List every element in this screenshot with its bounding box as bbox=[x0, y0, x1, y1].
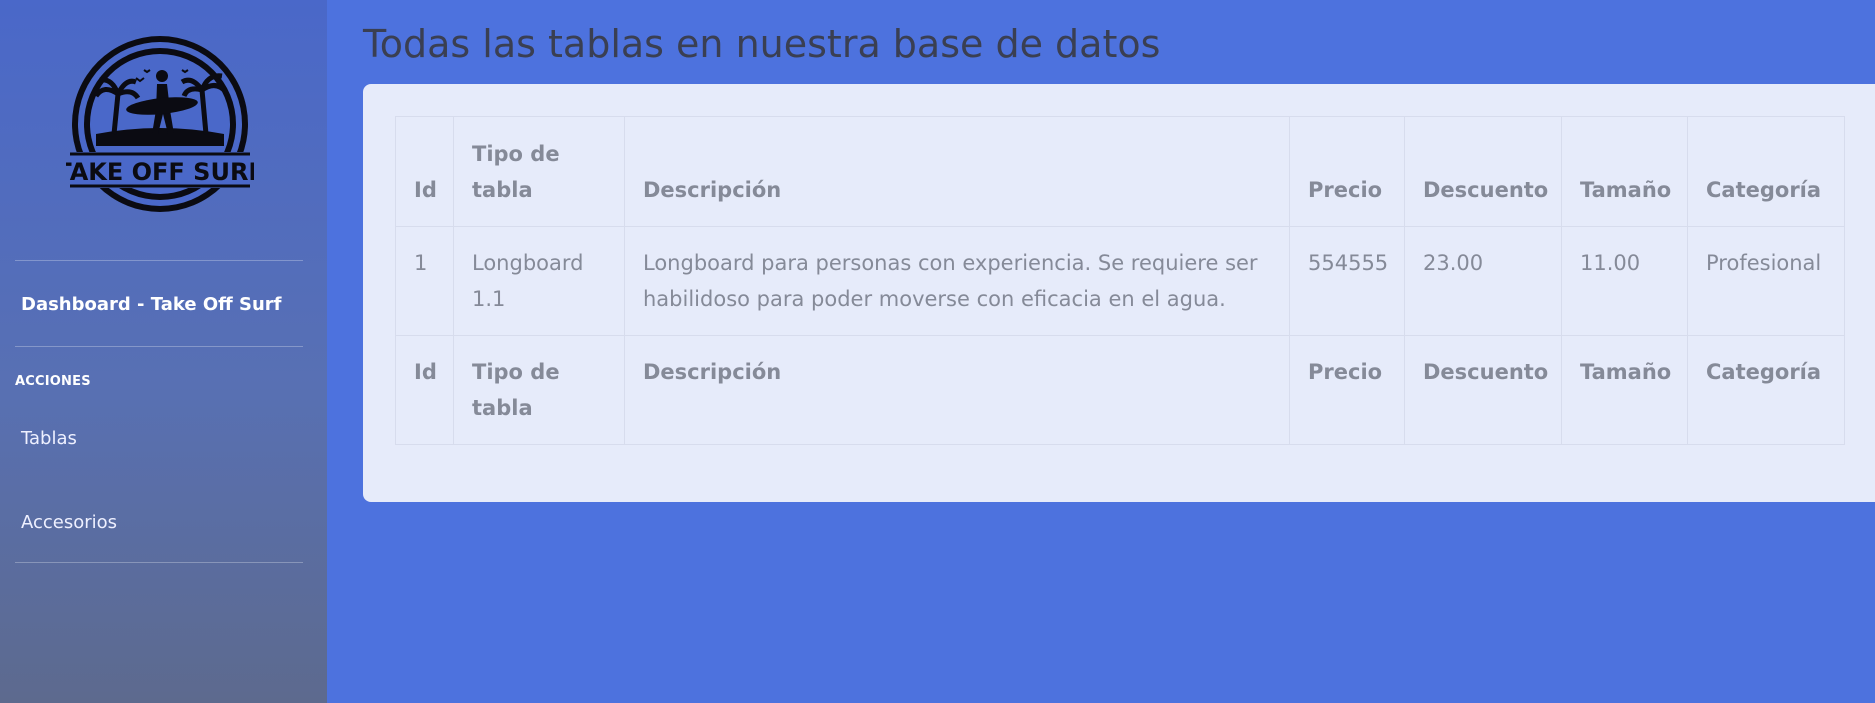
column-header-descripcion[interactable]: Descripción bbox=[624, 116, 1290, 227]
sidebar: TAKE OFF SURF Dashboard - Take Off Surf … bbox=[0, 0, 327, 703]
page-title: Todas las tablas en nuestra base de dato… bbox=[363, 22, 1161, 66]
sidebar-divider bbox=[15, 260, 303, 261]
sidebar-item-tablas[interactable]: Tablas bbox=[21, 428, 77, 449]
cell-precio: 554555 bbox=[1289, 226, 1405, 336]
table-footer: Id Tipo de tabla Descripción Precio Desc… bbox=[395, 335, 1845, 445]
table-row: 1 Longboard 1.1 Longboard para personas … bbox=[395, 226, 1845, 336]
column-footer-precio: Precio bbox=[1289, 335, 1405, 445]
column-header-precio[interactable]: Precio bbox=[1289, 116, 1405, 227]
sidebar-brand-link[interactable]: Dashboard - Take Off Surf bbox=[21, 294, 281, 315]
sidebar-item-accesorios[interactable]: Accesorios bbox=[21, 512, 117, 533]
column-footer-descuento: Descuento bbox=[1404, 335, 1562, 445]
svg-text:TAKE OFF SURF: TAKE OFF SURF bbox=[66, 158, 254, 186]
column-footer-tamano: Tamaño bbox=[1561, 335, 1688, 445]
cell-id: 1 bbox=[395, 226, 454, 336]
take-off-surf-logo[interactable]: TAKE OFF SURF bbox=[66, 34, 254, 218]
table-header: Id Tipo de tabla Descripción Precio Desc… bbox=[395, 116, 1845, 227]
column-header-tamano[interactable]: Tamaño bbox=[1561, 116, 1688, 227]
cell-descripcion: Longboard para personas con experiencia.… bbox=[624, 226, 1290, 336]
sidebar-section-heading: ACCIONES bbox=[15, 374, 91, 389]
boards-table: Id Tipo de tabla Descripción Precio Desc… bbox=[395, 116, 1845, 445]
cell-tipo: Longboard 1.1 bbox=[453, 226, 625, 336]
table-card: Id Tipo de tabla Descripción Precio Desc… bbox=[363, 84, 1875, 502]
column-header-descuento[interactable]: Descuento bbox=[1404, 116, 1562, 227]
cell-descuento: 23.00 bbox=[1404, 226, 1562, 336]
column-header-tipo[interactable]: Tipo de tabla bbox=[453, 116, 625, 227]
column-header-id[interactable]: Id bbox=[395, 116, 454, 227]
sidebar-divider bbox=[15, 562, 303, 563]
column-footer-categoria: Categoría bbox=[1687, 335, 1845, 445]
column-footer-tipo: Tipo de tabla bbox=[453, 335, 625, 445]
column-footer-descripcion: Descripción bbox=[624, 335, 1290, 445]
column-header-categoria[interactable]: Categoría bbox=[1687, 116, 1845, 227]
sidebar-divider bbox=[15, 346, 303, 347]
cell-categoria: Profesional bbox=[1687, 226, 1845, 336]
column-footer-id: Id bbox=[395, 335, 454, 445]
cell-tamano: 11.00 bbox=[1561, 226, 1688, 336]
